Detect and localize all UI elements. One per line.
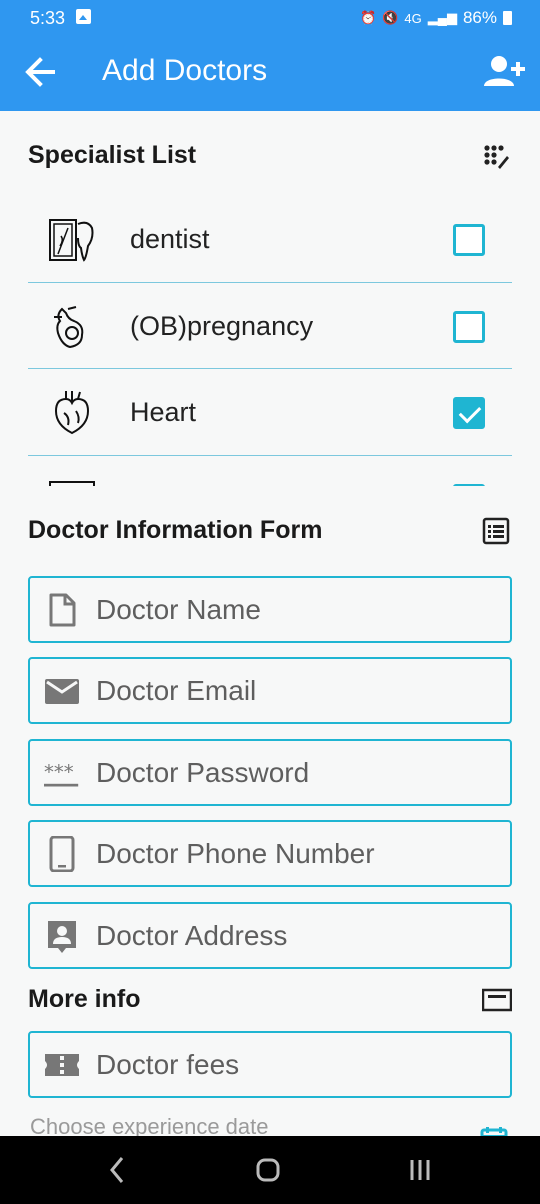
phone-icon: [49, 836, 75, 872]
app-bar: Add Doctors: [0, 34, 540, 111]
xray-icon: [49, 480, 95, 486]
mute-icon: 🔇: [382, 10, 399, 25]
person-add-icon: [484, 56, 525, 86]
dots-edit-icon[interactable]: [482, 143, 510, 171]
specialist-list-title: Specialist List: [28, 141, 197, 169]
network-type: 4G: [404, 10, 422, 26]
doctor-form-title: Doctor Information Form: [28, 516, 323, 544]
add-doctor-button[interactable]: [484, 54, 526, 90]
signal-icon: ▂▄▆: [427, 10, 457, 25]
doctor-fees-input[interactable]: [96, 1041, 496, 1089]
alarm-icon: ⏰: [360, 10, 377, 25]
doctor-phone-field[interactable]: [28, 820, 512, 887]
specialist-label: dentist: [130, 224, 210, 254]
nav-recents-button[interactable]: [400, 1154, 440, 1186]
specialist-item[interactable]: (OB)pregnancy: [28, 283, 512, 369]
mail-icon: [45, 679, 79, 704]
system-nav-bar: [0, 1136, 540, 1204]
specialist-checkbox[interactable]: [453, 310, 485, 343]
arrow-left-icon: [25, 57, 55, 87]
status-bar: 5:33 ⏰ 🔇 4G ▂▄▆ 86%: [0, 0, 540, 34]
list-form-icon: [482, 517, 510, 545]
doctor-name-input[interactable]: [96, 586, 496, 634]
status-time: 5:33: [30, 8, 66, 28]
doctor-password-input[interactable]: [96, 749, 496, 797]
card-icon: [481, 986, 513, 1014]
tooth-icon: [49, 219, 94, 262]
gallery-notification-icon: [76, 9, 91, 24]
specialist-checkbox[interactable]: [453, 483, 485, 486]
heart-organ-icon: [54, 391, 90, 435]
doctor-fees-field[interactable]: [28, 1031, 512, 1098]
specialist-item[interactable]: [28, 456, 512, 486]
specialist-item[interactable]: dentist: [28, 196, 512, 283]
password-icon: ***: [44, 760, 79, 787]
doctor-name-field[interactable]: [28, 576, 512, 643]
more-info-title: More info: [28, 985, 141, 1013]
specialist-label: Heart: [130, 397, 197, 427]
specialist-list[interactable]: dentist (OB)pregnancy Heart: [28, 196, 512, 486]
nav-back-button[interactable]: [98, 1154, 138, 1186]
battery-icon: [503, 11, 512, 25]
back-button[interactable]: [22, 54, 58, 90]
status-indicators: ⏰ 🔇 4G ▂▄▆ 86%: [360, 8, 512, 28]
file-icon: [49, 593, 76, 627]
specialist-label: (OB)pregnancy: [130, 310, 314, 341]
recents-icon: [410, 1160, 430, 1180]
page-title: Add Doctors: [102, 54, 268, 87]
pregnancy-icon: [54, 305, 84, 348]
battery-level: 86%: [462, 8, 497, 27]
doctor-password-field[interactable]: ***: [28, 739, 512, 806]
contact-icon: [48, 921, 76, 953]
specialist-checkbox[interactable]: [453, 397, 485, 429]
doctor-email-input[interactable]: [96, 667, 496, 715]
doctor-address-input[interactable]: [96, 912, 496, 960]
doctor-email-field[interactable]: [28, 657, 512, 724]
specialist-item[interactable]: Heart: [28, 369, 512, 456]
chevron-left-icon: [110, 1157, 124, 1183]
doctor-address-field[interactable]: [28, 902, 512, 969]
nav-home-button[interactable]: [248, 1154, 288, 1186]
svg-text:***: ***: [44, 760, 74, 783]
specialist-checkbox[interactable]: [453, 224, 485, 256]
home-circle-icon: [256, 1158, 280, 1182]
ticket-icon: [45, 1054, 79, 1076]
doctor-phone-input[interactable]: [96, 830, 496, 878]
